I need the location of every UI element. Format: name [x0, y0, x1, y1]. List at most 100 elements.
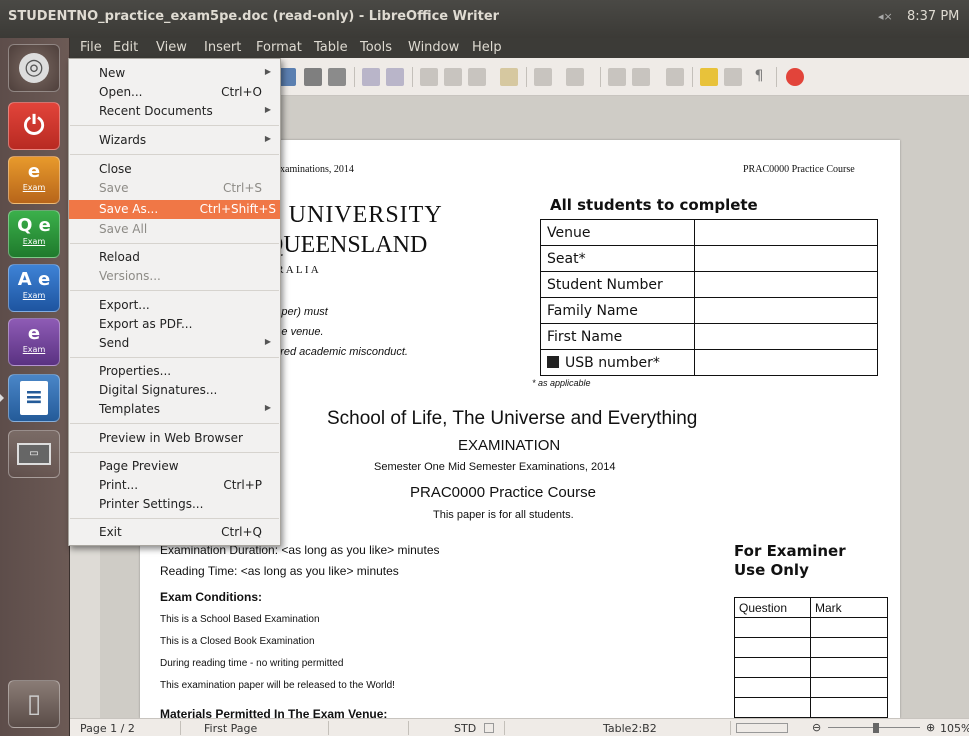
menu-edit[interactable]: Edit — [113, 40, 138, 55]
menu-item-send[interactable]: Send ▶ — [69, 334, 280, 353]
copy-icon[interactable] — [444, 68, 462, 86]
table-row: Venue — [540, 219, 878, 246]
zoom-in-icon[interactable]: ⊕ — [926, 721, 935, 734]
table-cell[interactable] — [734, 657, 811, 678]
menu-item-label: Export... — [99, 298, 150, 312]
spellcheck-icon[interactable] — [362, 68, 380, 86]
draw-functions-icon[interactable] — [666, 68, 684, 86]
table-cell[interactable] — [734, 637, 811, 658]
menu-item-wizards[interactable]: Wizards ▶ — [69, 131, 280, 150]
page-preview-icon[interactable] — [328, 68, 346, 86]
menu-item-page-preview[interactable]: Page Preview — [69, 457, 280, 476]
zoom-slider-thumb[interactable] — [873, 723, 879, 733]
menu-item-shortcut: Ctrl+O — [221, 85, 262, 99]
dash-home-button[interactable]: ◎ — [8, 44, 60, 92]
table-cell[interactable] — [734, 697, 811, 718]
volume-icon[interactable]: ◂× — [878, 10, 893, 23]
menu-help[interactable]: Help — [472, 40, 502, 55]
menu-item-shortcut: Ctrl+S — [222, 181, 262, 195]
menu-item-label: Save As... — [99, 202, 159, 216]
autospellcheck-icon[interactable] — [386, 68, 404, 86]
launcher-writer[interactable]: ≡ — [8, 374, 60, 422]
menu-item-new[interactable]: New ▶ — [69, 64, 280, 83]
table-cell[interactable] — [694, 323, 878, 350]
menu-format[interactable]: Format — [256, 40, 302, 55]
launcher-exam-bb[interactable]: e Exam — [8, 318, 60, 366]
menu-item-properties[interactable]: Properties... — [69, 362, 280, 381]
menu-tools[interactable]: Tools — [360, 40, 392, 55]
table-cell: Venue — [540, 219, 695, 246]
table-cell[interactable] — [734, 617, 811, 638]
table-cell[interactable] — [694, 245, 878, 272]
table-header-cell: Mark — [810, 597, 888, 618]
hyperlink-icon[interactable] — [608, 68, 626, 86]
condition-item: This examination paper will be released … — [160, 680, 395, 691]
launcher-workspace[interactable]: ▭ — [8, 430, 60, 478]
table-cell[interactable] — [810, 617, 888, 638]
launcher-exam-1[interactable]: e Exam — [8, 156, 60, 204]
toolbar-separator — [776, 67, 777, 87]
university-name-line1: E UNIVERSITY — [266, 202, 443, 228]
paste-icon[interactable] — [468, 68, 486, 86]
menu-item-exit[interactable]: Exit Ctrl+Q — [69, 523, 280, 542]
condition-item: This is a Closed Book Examination — [160, 636, 315, 647]
navigator-icon[interactable] — [700, 68, 718, 86]
menu-item-printer-settings[interactable]: Printer Settings... — [69, 495, 280, 514]
print-icon[interactable] — [304, 68, 322, 86]
table-row — [734, 617, 888, 638]
table-icon[interactable] — [632, 68, 650, 86]
menu-view[interactable]: View — [156, 40, 187, 55]
menu-item-save-all[interactable]: Save All — [69, 220, 280, 239]
launcher-trash[interactable]: ▯ — [8, 680, 60, 728]
table-cell[interactable] — [694, 271, 878, 298]
examiner-heading-line2: Use Only — [734, 561, 809, 579]
menu-item-save-as[interactable]: Save As... Ctrl+Shift+S — [69, 200, 280, 219]
table-cell[interactable] — [810, 677, 888, 698]
page-indicator[interactable]: Page 1 / 2 — [80, 722, 135, 735]
table-cell[interactable] — [694, 297, 878, 324]
help-icon[interactable] — [786, 68, 804, 86]
table-cell[interactable] — [810, 637, 888, 658]
table-cell[interactable] — [694, 349, 878, 376]
table-cell[interactable] — [810, 697, 888, 718]
table-cell[interactable] — [810, 657, 888, 678]
menu-item-templates[interactable]: Templates ▶ — [69, 400, 280, 419]
menu-item-recent-documents[interactable]: Recent Documents ▶ — [69, 102, 280, 121]
menu-item-print[interactable]: Print... Ctrl+P — [69, 476, 280, 495]
gallery-icon[interactable] — [724, 68, 742, 86]
table-cell[interactable] — [694, 219, 878, 246]
table-cell[interactable] — [734, 677, 811, 698]
toolbar-separator — [526, 67, 527, 87]
undo-icon[interactable] — [534, 68, 552, 86]
page-style[interactable]: First Page — [204, 722, 257, 735]
zoom-level[interactable]: 105% — [940, 722, 969, 735]
toolbar-separator — [354, 67, 355, 87]
menu-insert[interactable]: Insert — [204, 40, 241, 55]
selection-mode[interactable]: STD — [454, 722, 476, 735]
redo-icon[interactable] — [566, 68, 584, 86]
view-layout-icon[interactable] — [736, 723, 788, 733]
formatting-marks-icon[interactable]: ¶ — [750, 68, 768, 86]
menu-item-label: Export as PDF... — [99, 317, 193, 331]
zoom-out-icon[interactable]: ⊖ — [812, 721, 821, 734]
menu-file[interactable]: File — [80, 40, 102, 55]
menu-item-reload[interactable]: Reload — [69, 248, 280, 267]
clock[interactable]: 8:37 PM — [907, 9, 959, 24]
menu-item-export-as-pdf[interactable]: Export as PDF... — [69, 315, 280, 334]
menu-item-export[interactable]: Export... — [69, 296, 280, 315]
cut-icon[interactable] — [420, 68, 438, 86]
menu-item-digital-signatures[interactable]: Digital Signatures... — [69, 381, 280, 400]
menu-item-versions[interactable]: Versions... — [69, 267, 280, 286]
launcher-exam-q[interactable]: Q e Exam — [8, 210, 60, 258]
menu-item-save[interactable]: Save Ctrl+S — [69, 179, 280, 198]
launcher-exam-a[interactable]: A e Exam — [8, 264, 60, 312]
menu-item-preview-in-web-browser[interactable]: Preview in Web Browser — [69, 429, 280, 448]
menu-window[interactable]: Window — [408, 40, 459, 55]
shutdown-button[interactable]: ⏻ — [8, 102, 60, 150]
menu-item-label: Save All — [99, 222, 148, 236]
clone-formatting-icon[interactable] — [500, 68, 518, 86]
menu-table[interactable]: Table — [314, 40, 348, 55]
menu-item-open[interactable]: Open... Ctrl+O — [69, 83, 280, 102]
menu-item-close[interactable]: Close — [69, 160, 280, 179]
exam-conditions-heading: Exam Conditions: — [160, 590, 263, 604]
